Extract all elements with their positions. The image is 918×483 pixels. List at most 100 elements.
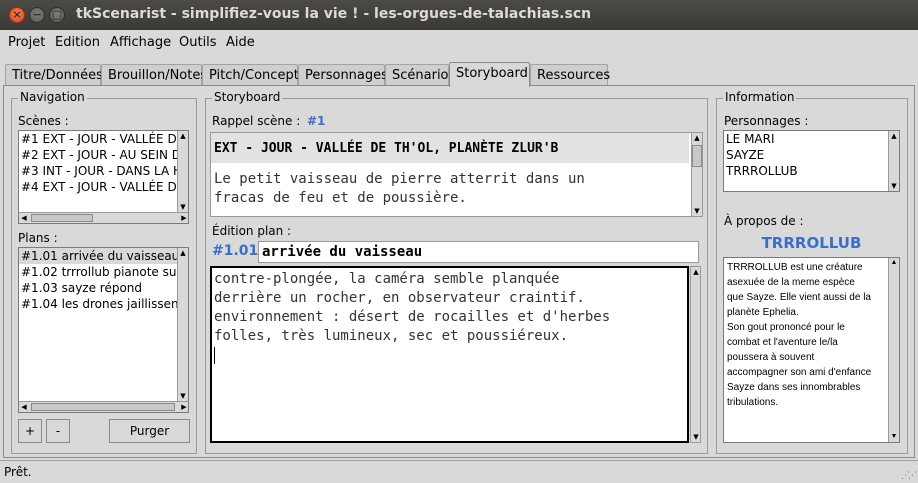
- about-line: TRRROLLUB est une créature: [727, 262, 863, 273]
- minimize-icon: −: [32, 8, 42, 21]
- tab-personnages[interactable]: Personnages: [298, 64, 388, 86]
- about-line: combat et l'aventure le/la: [727, 337, 838, 348]
- scroll-up-icon[interactable]: ▲: [889, 258, 899, 268]
- purge-button[interactable]: Purger: [109, 419, 190, 443]
- scroll-right-icon[interactable]: ▶: [179, 402, 188, 412]
- scroll-up-icon[interactable]: ▲: [692, 133, 702, 143]
- tab-scenario[interactable]: Scénario: [385, 64, 449, 86]
- about-line: accompagner son ami d'enfance: [727, 367, 872, 378]
- minimize-window-button[interactable]: −: [29, 7, 45, 23]
- storyboard-title: Storyboard: [212, 90, 283, 104]
- scene-number: #1: [307, 114, 326, 128]
- plan-text-editor[interactable]: contre-plongée, la caméra semble planqué…: [210, 266, 689, 443]
- tab-storyboard[interactable]: Storyboard: [449, 62, 530, 87]
- scenes-listbox[interactable]: #1 EXT - JOUR - VALLÉE D #2 EXT - JOUR -…: [18, 130, 189, 224]
- scroll-down-icon[interactable]: ▼: [889, 181, 899, 191]
- scene-text: Le petit vaisseau de pierre atterrit dan…: [214, 170, 684, 208]
- add-plan-button[interactable]: +: [18, 419, 42, 443]
- character-item[interactable]: SAYZE: [724, 147, 899, 163]
- scenes-hscroll-thumb[interactable]: [31, 214, 93, 222]
- plan-item[interactable]: #1.02 trrrollub pianote su: [19, 264, 188, 280]
- about-text-box[interactable]: TRRROLLUB est une créature asexuée de la…: [723, 257, 900, 443]
- menubar: Projet Edition Affichage Outils Aide: [0, 30, 918, 56]
- window-titlebar: × − □ tkScenarist - simplifiez-vous la v…: [0, 0, 918, 30]
- plan-number: #1.01: [212, 243, 259, 259]
- plans-label: Plans :: [18, 231, 58, 245]
- edition-plan-label: Édition plan :: [212, 224, 292, 238]
- resize-grip-icon[interactable]: ⋰⋰: [901, 471, 917, 481]
- characters-vscrollbar[interactable]: ▲ ▼: [888, 131, 899, 191]
- rappel-scene-label: Rappel scène :: [212, 114, 301, 128]
- tab-titre-donnees[interactable]: Titre/Données: [5, 64, 103, 86]
- about-character-name: TRRROLLUB: [761, 234, 862, 252]
- close-window-button[interactable]: ×: [9, 7, 25, 23]
- scene-item[interactable]: #1 EXT - JOUR - VALLÉE D: [19, 131, 188, 147]
- remove-plan-button[interactable]: -: [46, 419, 70, 443]
- about-line: poussera à souvent: [727, 352, 815, 363]
- character-item[interactable]: TRRROLLUB: [724, 163, 899, 179]
- scene-text-line: Le petit vaisseau de pierre atterrit dan…: [214, 171, 585, 187]
- personnages-label: Personnages :: [724, 114, 809, 128]
- scroll-down-icon[interactable]: ▼: [691, 432, 701, 442]
- plan-text-vscrollbar[interactable]: ▲ ▼: [690, 266, 701, 443]
- menu-projet[interactable]: Projet: [8, 35, 45, 50]
- about-line: Sayze dans ses innombrables: [727, 382, 861, 393]
- text-cursor: [214, 347, 215, 364]
- plan-text-line: contre-plongée, la caméra semble planqué…: [214, 271, 560, 287]
- scroll-up-icon[interactable]: ▲: [178, 131, 188, 141]
- plans-vscrollbar[interactable]: ▲ ▼: [177, 248, 188, 401]
- plan-text-line: folles, très lumineux, sec et poussiéreu…: [214, 328, 569, 344]
- scene-item[interactable]: #4 EXT - JOUR - VALLÉE D: [19, 179, 188, 195]
- scroll-up-icon[interactable]: ▲: [691, 267, 701, 277]
- plans-hscroll-thumb[interactable]: [31, 403, 175, 411]
- scene-vscroll-thumb[interactable]: [692, 145, 702, 167]
- about-line: tribulations.: [727, 397, 779, 408]
- scene-vscrollbar[interactable]: ▲ ▼: [691, 133, 702, 216]
- scenes-hscrollbar[interactable]: ◀ ▶: [19, 212, 188, 223]
- status-text: Prêt.: [4, 465, 32, 479]
- scroll-down-icon[interactable]: ▼: [889, 432, 899, 442]
- about-line: Son gout prononcé pour le: [727, 322, 845, 333]
- scroll-down-icon[interactable]: ▼: [692, 206, 702, 216]
- menu-edition[interactable]: Edition: [55, 35, 100, 50]
- close-icon: ×: [12, 8, 22, 21]
- tab-ressources[interactable]: Ressources: [530, 64, 610, 86]
- scenes-vscrollbar[interactable]: ▲ ▼: [177, 131, 188, 212]
- about-line: que Sayze. Elle vient aussi de la: [727, 292, 871, 303]
- scroll-down-icon[interactable]: ▼: [178, 391, 188, 401]
- tab-bar: Titre/Données Brouillon/Notes Pitch/Conc…: [0, 62, 918, 87]
- scroll-up-icon[interactable]: ▲: [178, 248, 188, 258]
- plans-listbox[interactable]: #1.01 arrivée du vaisseau #1.02 trrrollu…: [18, 247, 189, 413]
- scene-text-line: fracas de feu et de poussière.: [214, 190, 467, 206]
- scenes-label: Scènes :: [18, 114, 69, 128]
- scroll-left-icon[interactable]: ◀: [19, 402, 29, 412]
- characters-listbox[interactable]: LE MARI SAYZE TRRROLLUB ▲ ▼: [723, 130, 900, 192]
- window-title: tkScenarist - simplifiez-vous la vie ! -…: [76, 6, 592, 22]
- tab-pitch-concept[interactable]: Pitch/Concept: [202, 64, 299, 86]
- character-item[interactable]: LE MARI: [724, 131, 899, 147]
- scroll-right-icon[interactable]: ▶: [179, 213, 188, 223]
- menu-affichage[interactable]: Affichage: [110, 35, 171, 50]
- scroll-left-icon[interactable]: ◀: [19, 213, 29, 223]
- menu-aide[interactable]: Aide: [226, 35, 255, 50]
- scroll-up-icon[interactable]: ▲: [889, 131, 899, 141]
- scroll-down-icon[interactable]: ▼: [178, 202, 188, 212]
- scene-item[interactable]: #3 INT - JOUR - DANS LA H: [19, 163, 188, 179]
- scene-heading: EXT - JOUR - VALLÉE DE TH'OL, PLANÈTE ZL…: [211, 133, 689, 163]
- about-line: asexuée de la meme espèce: [727, 277, 855, 288]
- about-line: planète Ephelia.: [727, 307, 799, 318]
- about-vscrollbar[interactable]: ▲ ▼: [888, 258, 899, 442]
- plans-hscrollbar[interactable]: ◀ ▶: [19, 401, 188, 412]
- plan-item[interactable]: #1.03 sayze répond: [19, 280, 188, 296]
- status-bar: Prêt. ⋰⋰: [0, 460, 918, 483]
- maximize-window-button[interactable]: □: [49, 7, 65, 23]
- plan-item-selected[interactable]: #1.01 arrivée du vaisseau: [19, 248, 188, 264]
- navigation-title: Navigation: [18, 90, 87, 104]
- plan-item[interactable]: #1.04 les drones jaillissen: [19, 296, 188, 312]
- a-propos-label: À propos de :: [724, 214, 804, 228]
- scene-item[interactable]: #2 EXT - JOUR - AU SEIN D: [19, 147, 188, 163]
- plan-title-input[interactable]: arrivée du vaisseau: [258, 241, 699, 263]
- plan-text-line: environnement : désert de rocailles et d…: [214, 309, 611, 325]
- menu-outils[interactable]: Outils: [179, 35, 217, 50]
- tab-brouillon-notes[interactable]: Brouillon/Notes: [101, 64, 207, 86]
